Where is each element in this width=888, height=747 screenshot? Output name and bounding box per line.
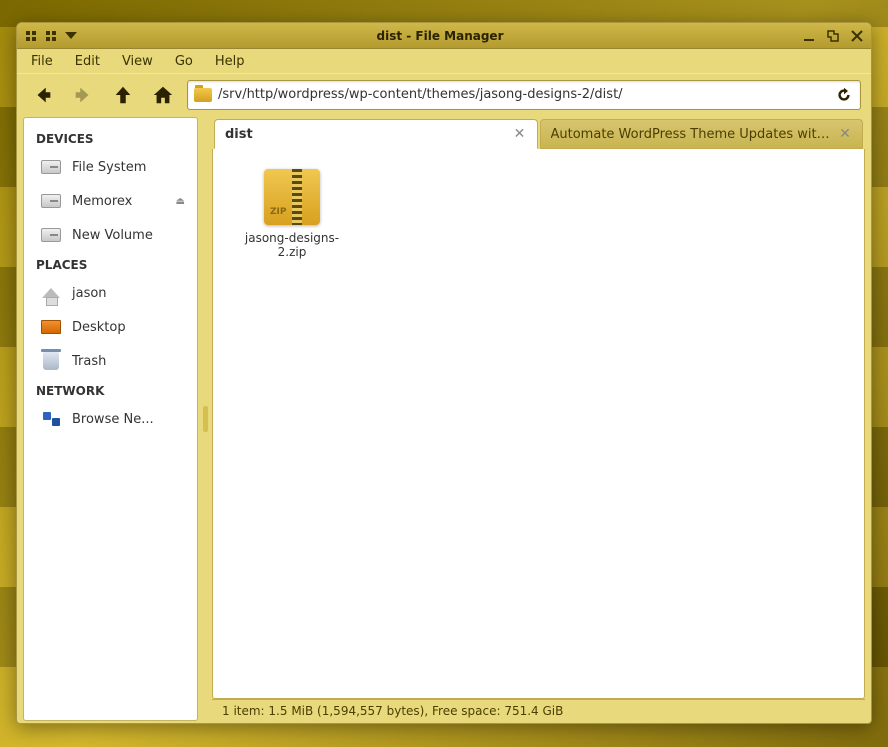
trash-icon bbox=[40, 350, 62, 372]
maximize-button[interactable] bbox=[825, 28, 841, 44]
sidebar-item-browse-network[interactable]: Browse Ne... bbox=[24, 402, 197, 436]
home-icon bbox=[40, 282, 62, 304]
body-area: DEVICES File System Memorex⏏ New Volume … bbox=[17, 115, 871, 723]
drive-icon bbox=[40, 224, 62, 246]
main-panel: dist ✕ Automate WordPress Theme Updates … bbox=[212, 117, 865, 721]
sidebar-item-filesystem[interactable]: File System bbox=[24, 150, 197, 184]
sidebar-item-label: Browse Ne... bbox=[72, 412, 154, 427]
home-button[interactable] bbox=[147, 79, 179, 111]
location-path[interactable]: /srv/http/wordpress/wp-content/themes/ja… bbox=[218, 87, 828, 102]
sidebar-header-network: NETWORK bbox=[24, 378, 197, 402]
sidebar-item-label: Trash bbox=[72, 354, 106, 369]
sidebar: DEVICES File System Memorex⏏ New Volume … bbox=[23, 117, 198, 721]
statusbar-text: 1 item: 1.5 MiB (1,594,557 bytes), Free … bbox=[222, 704, 563, 718]
window-title: dist - File Manager bbox=[79, 29, 801, 43]
sidebar-header-devices: DEVICES bbox=[24, 126, 197, 150]
tab-label: dist bbox=[225, 127, 505, 142]
sidebar-item-label: Memorex bbox=[72, 194, 132, 209]
zip-archive-icon: ZIP bbox=[264, 169, 320, 225]
sidebar-item-trash[interactable]: Trash bbox=[24, 344, 197, 378]
location-bar[interactable]: /srv/http/wordpress/wp-content/themes/ja… bbox=[187, 80, 861, 110]
tab-automate[interactable]: Automate WordPress Theme Updates with...… bbox=[540, 119, 864, 149]
file-view[interactable]: ZIP jasong-designs-2.zip bbox=[212, 149, 865, 699]
drive-icon bbox=[40, 190, 62, 212]
menu-file[interactable]: File bbox=[21, 52, 63, 71]
menu-edit[interactable]: Edit bbox=[65, 52, 110, 71]
network-icon bbox=[40, 408, 62, 430]
sidebar-item-desktop[interactable]: Desktop bbox=[24, 310, 197, 344]
statusbar: 1 item: 1.5 MiB (1,594,557 bytes), Free … bbox=[212, 699, 865, 721]
sidebar-item-memorex[interactable]: Memorex ⏏ bbox=[24, 184, 197, 218]
forward-button[interactable] bbox=[67, 79, 99, 111]
sidebar-item-label: File System bbox=[72, 160, 146, 175]
zip-badge: ZIP bbox=[270, 207, 286, 217]
menubar: File Edit View Go Help bbox=[17, 49, 871, 73]
menu-go[interactable]: Go bbox=[165, 52, 203, 71]
tab-label: Automate WordPress Theme Updates with... bbox=[551, 127, 831, 142]
folder-icon bbox=[194, 88, 212, 102]
tab-bar: dist ✕ Automate WordPress Theme Updates … bbox=[212, 117, 865, 149]
eject-icon[interactable]: ⏏ bbox=[176, 196, 185, 207]
sidebar-header-places: PLACES bbox=[24, 252, 197, 276]
sidebar-item-label: jason bbox=[72, 286, 107, 301]
toolbar: /srv/http/wordpress/wp-content/themes/ja… bbox=[17, 73, 871, 115]
titlebar-right-controls bbox=[801, 28, 865, 44]
minimize-button[interactable] bbox=[801, 28, 817, 44]
sidebar-item-label: New Volume bbox=[72, 228, 153, 243]
tab-close-icon[interactable]: ✕ bbox=[838, 127, 852, 141]
parent-button[interactable] bbox=[107, 79, 139, 111]
reload-button[interactable] bbox=[834, 85, 854, 105]
titlebar-left-controls bbox=[23, 28, 79, 44]
sidebar-item-label: Desktop bbox=[72, 320, 126, 335]
desktop-icon bbox=[40, 316, 62, 338]
drive-icon bbox=[40, 156, 62, 178]
tab-close-icon[interactable]: ✕ bbox=[513, 127, 527, 141]
sidebar-item-newvolume[interactable]: New Volume bbox=[24, 218, 197, 252]
back-button[interactable] bbox=[27, 79, 59, 111]
window-menu-button[interactable] bbox=[23, 28, 39, 44]
menu-help[interactable]: Help bbox=[205, 52, 255, 71]
sidebar-item-home[interactable]: jason bbox=[24, 276, 197, 310]
file-item[interactable]: ZIP jasong-designs-2.zip bbox=[227, 163, 357, 265]
window-shade-button[interactable] bbox=[63, 28, 79, 44]
tab-dist[interactable]: dist ✕ bbox=[214, 119, 538, 149]
titlebar[interactable]: dist - File Manager bbox=[17, 23, 871, 49]
menu-view[interactable]: View bbox=[112, 52, 163, 71]
file-name-label: jasong-designs-2.zip bbox=[233, 231, 351, 259]
file-manager-window: dist - File Manager File Edit View Go He… bbox=[16, 22, 872, 724]
close-button[interactable] bbox=[849, 28, 865, 44]
pane-splitter[interactable] bbox=[198, 115, 212, 723]
window-sticky-button[interactable] bbox=[43, 28, 59, 44]
